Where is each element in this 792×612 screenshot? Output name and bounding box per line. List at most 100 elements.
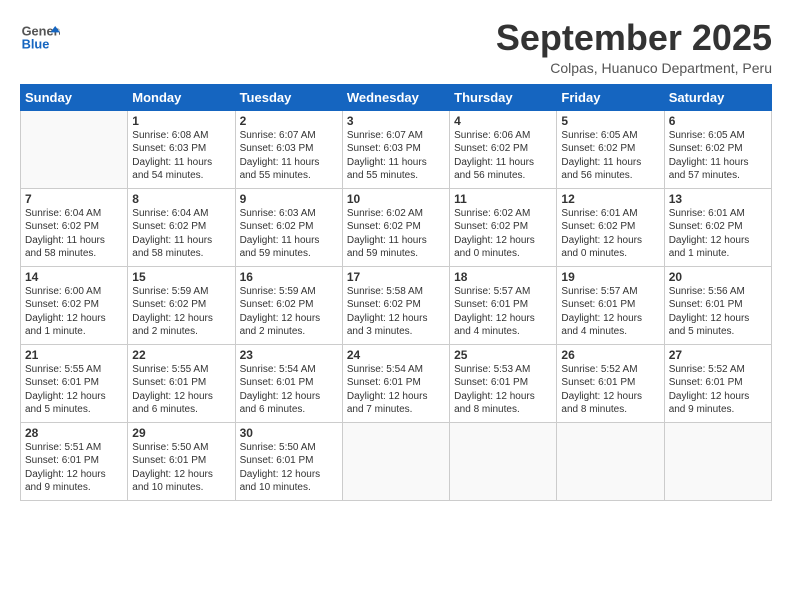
day-info: Sunrise: 5:50 AMSunset: 6:01 PMDaylight:… [132, 441, 230, 495]
day-cell: 21Sunrise: 5:55 AMSunset: 6:01 PMDayligh… [21, 344, 128, 422]
day-cell: 25Sunrise: 5:53 AMSunset: 6:01 PMDayligh… [450, 344, 557, 422]
day-cell [664, 422, 771, 500]
day-info: Sunrise: 5:55 AMSunset: 6:01 PMDaylight:… [132, 363, 230, 417]
day-info: Sunrise: 5:52 AMSunset: 6:01 PMDaylight:… [669, 363, 767, 417]
week-row-4: 21Sunrise: 5:55 AMSunset: 6:01 PMDayligh… [21, 344, 772, 422]
day-info: Sunrise: 6:03 AMSunset: 6:02 PMDaylight:… [240, 207, 338, 261]
day-info: Sunrise: 5:57 AMSunset: 6:01 PMDaylight:… [561, 285, 659, 339]
day-cell: 12Sunrise: 6:01 AMSunset: 6:02 PMDayligh… [557, 188, 664, 266]
weekday-header-monday: Monday [128, 84, 235, 110]
day-number: 22 [132, 348, 230, 362]
day-info: Sunrise: 5:50 AMSunset: 6:01 PMDaylight:… [240, 441, 338, 495]
day-number: 6 [669, 114, 767, 128]
day-info: Sunrise: 5:58 AMSunset: 6:02 PMDaylight:… [347, 285, 445, 339]
day-number: 30 [240, 426, 338, 440]
day-number: 1 [132, 114, 230, 128]
day-info: Sunrise: 5:54 AMSunset: 6:01 PMDaylight:… [240, 363, 338, 417]
day-number: 3 [347, 114, 445, 128]
day-cell: 24Sunrise: 5:54 AMSunset: 6:01 PMDayligh… [342, 344, 449, 422]
day-info: Sunrise: 5:55 AMSunset: 6:01 PMDaylight:… [25, 363, 123, 417]
day-info: Sunrise: 5:54 AMSunset: 6:01 PMDaylight:… [347, 363, 445, 417]
weekday-header-wednesday: Wednesday [342, 84, 449, 110]
day-cell: 6Sunrise: 6:05 AMSunset: 6:02 PMDaylight… [664, 110, 771, 188]
header: General Blue September 2025 Colpas, Huan… [20, 18, 772, 76]
day-info: Sunrise: 5:51 AMSunset: 6:01 PMDaylight:… [25, 441, 123, 495]
day-info: Sunrise: 6:05 AMSunset: 6:02 PMDaylight:… [561, 129, 659, 183]
day-number: 26 [561, 348, 659, 362]
week-row-2: 7 Sunrise: 6:04 AMSunset: 6:02 PMDaylight… [21, 188, 772, 266]
week-row-3: 14Sunrise: 6:00 AMSunset: 6:02 PMDayligh… [21, 266, 772, 344]
day-info: Sunrise: 6:02 AMSunset: 6:02 PMDaylight:… [347, 207, 445, 261]
day-cell: 30Sunrise: 5:50 AMSunset: 6:01 PMDayligh… [235, 422, 342, 500]
day-number: 19 [561, 270, 659, 284]
day-cell: 7Sunrise: 6:04 AMSunset: 6:02 PMDaylight… [21, 188, 128, 266]
day-number: 25 [454, 348, 552, 362]
day-cell: 17Sunrise: 5:58 AMSunset: 6:02 PMDayligh… [342, 266, 449, 344]
day-number: 18 [454, 270, 552, 284]
day-number: 20 [669, 270, 767, 284]
weekday-header-friday: Friday [557, 84, 664, 110]
day-info: Sunrise: 6:01 AMSunset: 6:02 PMDaylight:… [669, 207, 767, 261]
day-number: 24 [347, 348, 445, 362]
day-cell: 28Sunrise: 5:51 AMSunset: 6:01 PMDayligh… [21, 422, 128, 500]
day-cell: 2Sunrise: 6:07 AMSunset: 6:03 PMDaylight… [235, 110, 342, 188]
logo-icon: General Blue [20, 18, 60, 58]
day-info: Sunrise: 6:04 AMSunset: 6:02 PMDaylight:… [132, 207, 230, 261]
day-number: 16 [240, 270, 338, 284]
day-cell: 3Sunrise: 6:07 AMSunset: 6:03 PMDaylight… [342, 110, 449, 188]
week-row-5: 28Sunrise: 5:51 AMSunset: 6:01 PMDayligh… [21, 422, 772, 500]
day-number: 12 [561, 192, 659, 206]
day-cell: 16Sunrise: 5:59 AMSunset: 6:02 PMDayligh… [235, 266, 342, 344]
day-info: Sunrise: 5:59 AMSunset: 6:02 PMDaylight:… [240, 285, 338, 339]
day-number: 17 [347, 270, 445, 284]
weekday-header-thursday: Thursday [450, 84, 557, 110]
day-cell: 14Sunrise: 6:00 AMSunset: 6:02 PMDayligh… [21, 266, 128, 344]
day-number: 28 [25, 426, 123, 440]
day-number: 14 [25, 270, 123, 284]
weekday-header-saturday: Saturday [664, 84, 771, 110]
day-number: 8 [132, 192, 230, 206]
title-block: September 2025 Colpas, Huanuco Departmen… [496, 18, 772, 76]
weekday-header-sunday: Sunday [21, 84, 128, 110]
logo: General Blue [20, 18, 60, 58]
day-number: 5 [561, 114, 659, 128]
day-cell: 13Sunrise: 6:01 AMSunset: 6:02 PMDayligh… [664, 188, 771, 266]
day-cell: 4Sunrise: 6:06 AMSunset: 6:02 PMDaylight… [450, 110, 557, 188]
day-cell: 5Sunrise: 6:05 AMSunset: 6:02 PMDaylight… [557, 110, 664, 188]
day-cell: 11Sunrise: 6:02 AMSunset: 6:02 PMDayligh… [450, 188, 557, 266]
day-info: Sunrise: 5:59 AMSunset: 6:02 PMDaylight:… [132, 285, 230, 339]
location: Colpas, Huanuco Department, Peru [496, 60, 772, 76]
day-info: Sunrise: 5:56 AMSunset: 6:01 PMDaylight:… [669, 285, 767, 339]
day-cell [450, 422, 557, 500]
day-number: 27 [669, 348, 767, 362]
day-cell: 19Sunrise: 5:57 AMSunset: 6:01 PMDayligh… [557, 266, 664, 344]
day-cell: 18Sunrise: 5:57 AMSunset: 6:01 PMDayligh… [450, 266, 557, 344]
day-cell: 1Sunrise: 6:08 AMSunset: 6:03 PMDaylight… [128, 110, 235, 188]
day-info: Sunrise: 6:08 AMSunset: 6:03 PMDaylight:… [132, 129, 230, 183]
day-info: Sunrise: 6:01 AMSunset: 6:02 PMDaylight:… [561, 207, 659, 261]
weekday-header-row: SundayMondayTuesdayWednesdayThursdayFrid… [21, 84, 772, 110]
day-number: 7 [25, 192, 123, 206]
day-info: Sunrise: 5:52 AMSunset: 6:01 PMDaylight:… [561, 363, 659, 417]
day-number: 23 [240, 348, 338, 362]
day-number: 15 [132, 270, 230, 284]
day-cell: 22Sunrise: 5:55 AMSunset: 6:01 PMDayligh… [128, 344, 235, 422]
day-cell: 27Sunrise: 5:52 AMSunset: 6:01 PMDayligh… [664, 344, 771, 422]
page: General Blue September 2025 Colpas, Huan… [0, 0, 792, 612]
day-info: Sunrise: 6:00 AMSunset: 6:02 PMDaylight:… [25, 285, 123, 339]
day-info: Sunrise: 6:02 AMSunset: 6:02 PMDaylight:… [454, 207, 552, 261]
day-info: Sunrise: 5:57 AMSunset: 6:01 PMDaylight:… [454, 285, 552, 339]
calendar: SundayMondayTuesdayWednesdayThursdayFrid… [20, 84, 772, 501]
day-cell: 26Sunrise: 5:52 AMSunset: 6:01 PMDayligh… [557, 344, 664, 422]
day-number: 29 [132, 426, 230, 440]
svg-text:Blue: Blue [22, 36, 50, 51]
day-number: 21 [25, 348, 123, 362]
day-cell: 20Sunrise: 5:56 AMSunset: 6:01 PMDayligh… [664, 266, 771, 344]
day-cell: 10Sunrise: 6:02 AMSunset: 6:02 PMDayligh… [342, 188, 449, 266]
day-cell: 23Sunrise: 5:54 AMSunset: 6:01 PMDayligh… [235, 344, 342, 422]
weekday-header-tuesday: Tuesday [235, 84, 342, 110]
day-info: Sunrise: 6:07 AMSunset: 6:03 PMDaylight:… [347, 129, 445, 183]
day-cell: 9Sunrise: 6:03 AMSunset: 6:02 PMDaylight… [235, 188, 342, 266]
day-number: 13 [669, 192, 767, 206]
week-row-1: 1Sunrise: 6:08 AMSunset: 6:03 PMDaylight… [21, 110, 772, 188]
